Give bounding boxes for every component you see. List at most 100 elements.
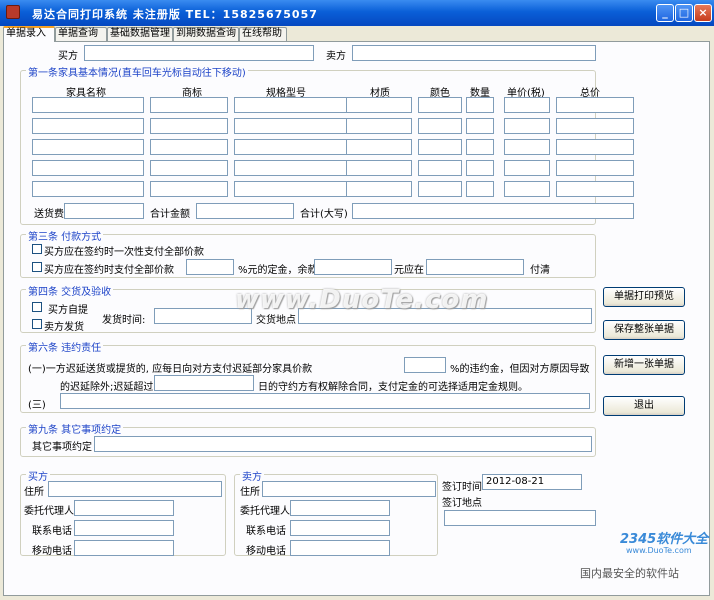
buyer-addr-input[interactable]: [48, 481, 222, 497]
seller-info-title: 卖方: [240, 468, 264, 483]
penalty-percent-input[interactable]: [404, 357, 446, 373]
app-icon: [6, 5, 20, 19]
goods-color-input[interactable]: [418, 160, 462, 176]
print-preview-button[interactable]: 单据打印预览: [603, 287, 685, 307]
buyer-addr-label: 住所: [24, 487, 44, 498]
watermark-slogan: 国内最安全的软件站: [580, 567, 679, 580]
buyer-agent-input[interactable]: [74, 500, 174, 516]
seller-ship-checkbox[interactable]: [32, 319, 42, 329]
goods-spec-input[interactable]: [234, 118, 356, 134]
goods-brand-input[interactable]: [150, 97, 228, 113]
goods-name-input[interactable]: [32, 118, 144, 134]
goods-name-input[interactable]: [32, 139, 144, 155]
pay-deposit-checkbox[interactable]: [32, 262, 42, 272]
goods-qty-input[interactable]: [466, 118, 494, 134]
goods-qty-input[interactable]: [466, 97, 494, 113]
pay-date-input[interactable]: [426, 259, 524, 275]
goods-qty-input[interactable]: [466, 139, 494, 155]
buyer-input[interactable]: [84, 45, 314, 61]
breach-clause3-input[interactable]: [60, 393, 590, 409]
pay-deposit-label: 买方应在签约时支付全部价款: [44, 265, 174, 276]
watermark-text: www.DuoTe.com: [235, 285, 489, 315]
seller-mobile-input[interactable]: [290, 540, 390, 556]
goods-color-input[interactable]: [418, 139, 462, 155]
seller-addr-input[interactable]: [262, 481, 436, 497]
seller-phone-label: 联系电话: [246, 526, 286, 537]
goods-color-input[interactable]: [418, 181, 462, 197]
buyer-mobile-input[interactable]: [74, 540, 174, 556]
goods-spec-input[interactable]: [234, 181, 356, 197]
other-input[interactable]: [94, 436, 592, 452]
sum-input[interactable]: [196, 203, 294, 219]
goods-total-input[interactable]: [556, 118, 634, 134]
self-pickup-checkbox[interactable]: [32, 302, 42, 312]
seller-phone-input[interactable]: [290, 520, 390, 536]
breach-line1-label: (一)一方迟延送货或提货的, 应每日向对方支付迟延部分家具价款: [28, 364, 313, 375]
sign-place-label: 签订地点: [442, 498, 482, 509]
goods-total-input[interactable]: [556, 160, 634, 176]
goods-total-input[interactable]: [556, 97, 634, 113]
sign-time-input[interactable]: 2012-08-21: [482, 474, 582, 490]
deposit-percent-input[interactable]: [186, 259, 234, 275]
buyer-phone-input[interactable]: [74, 520, 174, 536]
goods-material-input[interactable]: [346, 97, 412, 113]
exit-button[interactable]: 退出: [603, 396, 685, 416]
goods-name-input[interactable]: [32, 97, 144, 113]
payment-section-title: 第三条 付款方式: [26, 228, 104, 243]
breach-line2a-label: 的迟延除外;迟延超过: [60, 382, 154, 393]
close-button[interactable]: ×: [694, 4, 712, 22]
tab-basic-data[interactable]: 基础数据管理: [107, 27, 173, 41]
goods-price-input[interactable]: [504, 160, 550, 176]
goods-color-input[interactable]: [418, 118, 462, 134]
goods-name-input[interactable]: [32, 181, 144, 197]
buyer-phone-label: 联系电话: [32, 526, 72, 537]
goods-brand-input[interactable]: [150, 160, 228, 176]
save-button[interactable]: 保存整张单据: [603, 320, 685, 340]
tab-entry[interactable]: 单据录入: [3, 26, 55, 42]
tab-expiry-query[interactable]: 到期数据查询: [173, 27, 239, 41]
goods-qty-input[interactable]: [466, 181, 494, 197]
breach-line3-label: (三): [28, 400, 46, 411]
sum-caps-input[interactable]: [352, 203, 634, 219]
seller-agent-label: 委托代理人: [240, 506, 290, 517]
goods-spec-input[interactable]: [234, 160, 356, 176]
seller-input[interactable]: [352, 45, 596, 61]
goods-brand-input[interactable]: [150, 181, 228, 197]
pay-once-checkbox[interactable]: [32, 244, 42, 254]
maximize-button[interactable]: □: [675, 4, 693, 22]
goods-brand-input[interactable]: [150, 118, 228, 134]
other-section-title: 第九条 其它事项约定: [26, 421, 124, 436]
goods-price-input[interactable]: [504, 181, 550, 197]
shipping-label: 送货费: [34, 209, 64, 220]
goods-qty-input[interactable]: [466, 160, 494, 176]
goods-total-input[interactable]: [556, 139, 634, 155]
goods-material-input[interactable]: [346, 118, 412, 134]
goods-total-input[interactable]: [556, 181, 634, 197]
breach-line2b-label: 日的守约方有权解除合同，支付定金的可选择适用定金规则。: [258, 382, 528, 393]
goods-price-input[interactable]: [504, 97, 550, 113]
sign-place-input[interactable]: [444, 510, 596, 526]
balance-input[interactable]: [314, 259, 392, 275]
tab-query[interactable]: 单据查询: [55, 27, 107, 41]
shipping-input[interactable]: [64, 203, 144, 219]
goods-material-input[interactable]: [346, 160, 412, 176]
goods-spec-input[interactable]: [234, 97, 356, 113]
new-document-button[interactable]: 新增一张单据: [603, 355, 685, 375]
goods-section-title: 第一条家具基本情况(直车回车光标自动往下移动): [26, 64, 248, 79]
minimize-button[interactable]: _: [656, 4, 674, 22]
watermark-url: www.DuoTe.com: [626, 546, 692, 555]
breach-section-title: 第六条 违约责任: [26, 339, 104, 354]
seller-agent-input[interactable]: [290, 500, 390, 516]
goods-spec-input[interactable]: [234, 139, 356, 155]
goods-color-input[interactable]: [418, 97, 462, 113]
goods-material-input[interactable]: [346, 181, 412, 197]
goods-name-input[interactable]: [32, 160, 144, 176]
goods-brand-input[interactable]: [150, 139, 228, 155]
watermark-brand: 2345软件大全: [620, 532, 709, 547]
goods-price-input[interactable]: [504, 118, 550, 134]
goods-material-input[interactable]: [346, 139, 412, 155]
self-pickup-label: 买方自提: [48, 305, 88, 316]
goods-price-input[interactable]: [504, 139, 550, 155]
tab-help[interactable]: 在线帮助: [239, 27, 287, 41]
delay-days-input[interactable]: [154, 375, 254, 391]
